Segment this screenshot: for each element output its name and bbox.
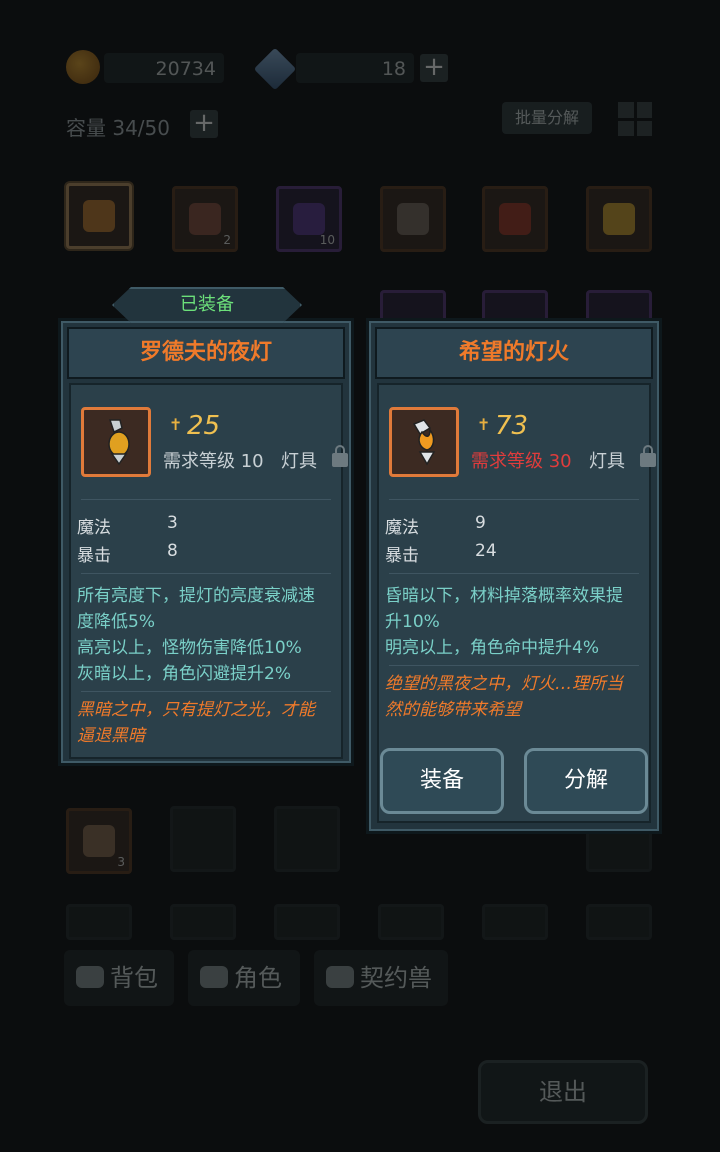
item-type: 灯具 — [281, 451, 317, 472]
flavor-line: 绝望的黑夜之中，灯火…理所当 — [385, 674, 623, 694]
panel-header: 希望的灯火 — [375, 327, 653, 379]
item-icon-frame — [81, 407, 151, 477]
scepter-icon — [603, 203, 635, 235]
effect-line: 升10% — [385, 612, 440, 632]
effect-line: 度降低5% — [77, 612, 155, 632]
decompose-button[interactable]: 分解 — [524, 748, 648, 814]
effect-line: 灰暗以上，角色闪避提升2% — [77, 664, 291, 684]
grid-view-icon[interactable] — [618, 102, 652, 136]
inventory-slot[interactable] — [274, 806, 340, 872]
tab-pets[interactable]: 契约兽 — [314, 950, 448, 1006]
effect-line: 所有亮度下，提灯的亮度衰减速 — [77, 586, 315, 606]
character-icon — [200, 966, 228, 988]
tab-character[interactable]: 角色 — [188, 950, 300, 1006]
tab-label: 背包 — [110, 964, 158, 992]
inventory-slot[interactable] — [170, 806, 236, 872]
inventory-slot[interactable] — [170, 904, 236, 940]
stat-name: 魔法 — [385, 518, 419, 538]
tab-backpack[interactable]: 背包 — [64, 950, 174, 1006]
add-gems-button[interactable]: + — [420, 54, 448, 82]
inventory-slot[interactable] — [482, 186, 548, 252]
effect-line: 昏暗以下，材料掉落概率效果提 — [385, 586, 623, 606]
inventory-slot[interactable] — [586, 186, 652, 252]
item-effects: 昏暗以下，材料掉落概率效果提 升10% 明亮以上，角色命中提升4% — [385, 583, 623, 661]
stat-name: 暴击 — [77, 546, 111, 566]
capacity-label: 容量 34/50 — [66, 116, 170, 140]
axe-icon — [499, 203, 531, 235]
coin-value: 20734 — [155, 58, 216, 80]
stat-value: 24 — [475, 541, 497, 561]
lock-icon[interactable] — [640, 445, 656, 467]
stat-value: 3 — [167, 513, 178, 533]
add-capacity-button[interactable]: + — [190, 110, 218, 138]
divider — [81, 499, 331, 500]
coin-icon — [66, 50, 100, 84]
effect-line: 高亮以上，怪物伤害降低10% — [77, 638, 302, 658]
tab-label: 角色 — [234, 964, 282, 992]
gem-icon — [253, 47, 297, 91]
inventory-slot[interactable] — [482, 904, 548, 940]
flavor-text: 绝望的黑夜之中，灯火…理所当 然的能够带来希望 — [385, 671, 623, 723]
power-icon: ✝ — [169, 415, 183, 434]
slot-count: 10 — [319, 233, 335, 247]
required-level: 需求等级 30 — [471, 451, 572, 472]
inventory-slot[interactable]: 2 — [172, 186, 238, 252]
flavor-line: 然的能够带来希望 — [385, 700, 521, 720]
flavor-line: 黑暗之中，只有提灯之光，才能 — [77, 700, 315, 720]
stat-value: 8 — [167, 541, 178, 561]
item-name: 希望的灯火 — [458, 340, 569, 365]
inventory-slot[interactable] — [274, 904, 340, 940]
effect-line: 明亮以上，角色命中提升4% — [385, 638, 599, 658]
backpack-icon — [76, 966, 104, 988]
mushroom-icon — [189, 203, 221, 235]
claw-icon — [397, 203, 429, 235]
panel-header: 罗德夫的夜灯 — [67, 327, 345, 379]
required-level: 需求等级 10 — [163, 451, 264, 472]
slot-count: 3 — [117, 855, 125, 869]
inventory-slot[interactable] — [66, 904, 132, 940]
coin-counter: 20734 — [104, 53, 224, 83]
gem-stone-icon — [293, 203, 325, 235]
power-icon: ✝ — [477, 415, 491, 434]
stat-value: 9 — [475, 513, 486, 533]
stat-name: 魔法 — [77, 518, 111, 538]
inventory-slot[interactable] — [380, 186, 446, 252]
divider — [81, 691, 331, 692]
gem-counter: 18 — [296, 53, 414, 83]
item-power: 25 — [187, 411, 221, 441]
paw-icon — [326, 966, 354, 988]
night-lamp-icon — [108, 419, 130, 466]
tab-label: 契约兽 — [360, 964, 432, 992]
item-type: 灯具 — [589, 451, 625, 472]
item-detail: ✝ 25 需求等级 10 灯具 魔法 3 暴击 8 所有亮度下，提灯的亮度衰减速… — [69, 383, 348, 759]
batch-decompose-button[interactable]: 批量分解 — [502, 102, 592, 134]
flavor-line: 逼退黑暗 — [77, 726, 145, 746]
equipped-item-panel: 罗德夫的夜灯 ✝ 25 需求等级 10 灯具 魔法 3 暴击 8 所有亮度下，提… — [58, 318, 354, 766]
bell-icon — [83, 825, 115, 857]
divider — [389, 665, 639, 666]
flavor-text: 黑暗之中，只有提灯之光，才能 逼退黑暗 — [77, 697, 315, 749]
gem-value: 18 — [381, 58, 406, 80]
inventory-slot[interactable] — [378, 904, 444, 940]
lantern-icon — [83, 200, 115, 232]
item-effects: 所有亮度下，提灯的亮度衰减速 度降低5% 高亮以上，怪物伤害降低10% 灰暗以上… — [77, 583, 315, 687]
lock-icon[interactable] — [332, 445, 348, 467]
divider — [389, 499, 639, 500]
divider — [81, 573, 331, 574]
slot-count: 2 — [223, 233, 231, 247]
equipped-badge: 已装备 — [112, 287, 302, 323]
divider — [389, 573, 639, 574]
item-icon-frame — [389, 407, 459, 477]
stat-name: 暴击 — [385, 546, 419, 566]
equip-button[interactable]: 装备 — [380, 748, 504, 814]
inventory-slot[interactable]: 10 — [276, 186, 342, 252]
item-name: 罗德夫的夜灯 — [139, 340, 272, 365]
exit-button[interactable]: 退出 — [478, 1060, 648, 1124]
item-power: 73 — [495, 411, 529, 441]
inventory-slot[interactable] — [66, 183, 132, 249]
inventory-slot[interactable] — [586, 904, 652, 940]
inventory-slot[interactable]: 3 — [66, 808, 132, 874]
hope-flame-icon — [412, 419, 436, 466]
